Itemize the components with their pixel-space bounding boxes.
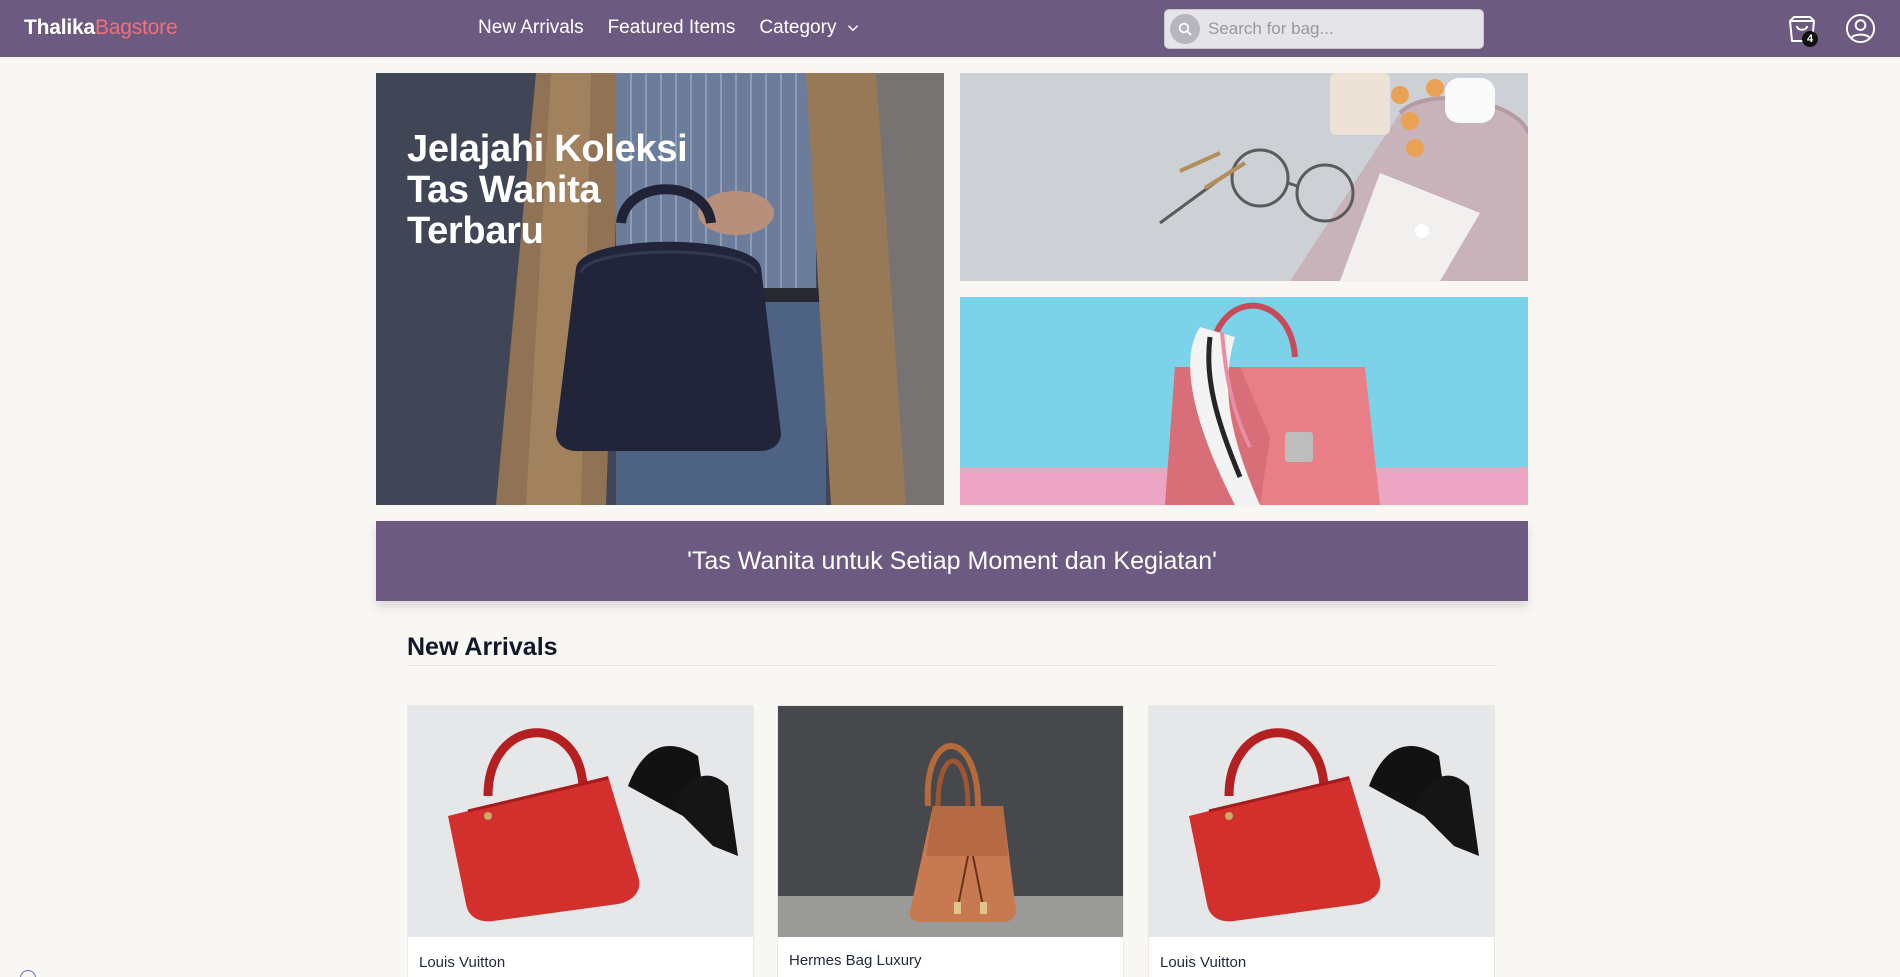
brand-name-accent: Bagstore xyxy=(94,16,178,39)
hero-title-line-2: Tas Wanita xyxy=(407,169,601,211)
section-divider xyxy=(407,665,1497,666)
chevron-down-icon xyxy=(848,25,859,32)
hero-banner-main[interactable]: Jelajahi Koleksi Tas Wanita Terbaru xyxy=(376,73,944,505)
hero-banner-pink-bag[interactable] xyxy=(960,297,1528,505)
hero-title-line-3: Terbaru xyxy=(407,210,544,252)
nav-link-new-arrivals[interactable]: New Arrivals xyxy=(478,17,584,39)
product-image xyxy=(778,706,1123,937)
pink-handbag-image xyxy=(960,297,1528,505)
search-icon[interactable] xyxy=(1170,14,1200,44)
new-arrivals-heading: New Arrivals xyxy=(407,633,558,661)
cart-count-badge: 4 xyxy=(1802,31,1818,47)
red-handbag-image xyxy=(1149,706,1494,937)
top-navbar: ThalikaBagstore New Arrivals Featured It… xyxy=(0,0,1900,57)
brand-logo[interactable]: ThalikaBagstore xyxy=(24,16,178,40)
brand-name: Thalika xyxy=(24,16,95,39)
product-image xyxy=(1149,706,1494,937)
product-name[interactable]: Hermes Bag Luxury xyxy=(789,952,922,969)
nav-link-category[interactable]: Category xyxy=(759,17,862,39)
product-card[interactable]: Louis Vuitton xyxy=(407,705,754,977)
brown-handbag-image xyxy=(778,706,1123,937)
user-circle-icon[interactable] xyxy=(1845,13,1876,44)
hero-banner-accessories[interactable] xyxy=(960,73,1528,281)
product-name[interactable]: Louis Vuitton xyxy=(1160,954,1246,971)
nav-link-category-label: Category xyxy=(759,17,837,38)
floating-help-button[interactable] xyxy=(20,970,36,977)
hero-title-line-1: Jelajahi Koleksi xyxy=(407,128,688,170)
nav-link-featured-items[interactable]: Featured Items xyxy=(608,17,736,39)
product-name[interactable]: Louis Vuitton xyxy=(419,954,505,971)
product-card[interactable]: Louis Vuitton xyxy=(1148,705,1495,977)
product-card[interactable]: Hermes Bag Luxury xyxy=(777,705,1124,977)
main-nav: New Arrivals Featured Items Category xyxy=(478,17,862,39)
red-handbag-image xyxy=(408,706,753,937)
hero-title: Jelajahi Koleksi Tas Wanita Terbaru xyxy=(407,129,707,252)
tagline-banner: 'Tas Wanita untuk Setiap Moment dan Kegi… xyxy=(376,521,1528,601)
accessories-image xyxy=(960,73,1528,281)
search-input[interactable] xyxy=(1208,19,1468,39)
product-image xyxy=(408,706,753,937)
search-bar xyxy=(1164,9,1484,49)
